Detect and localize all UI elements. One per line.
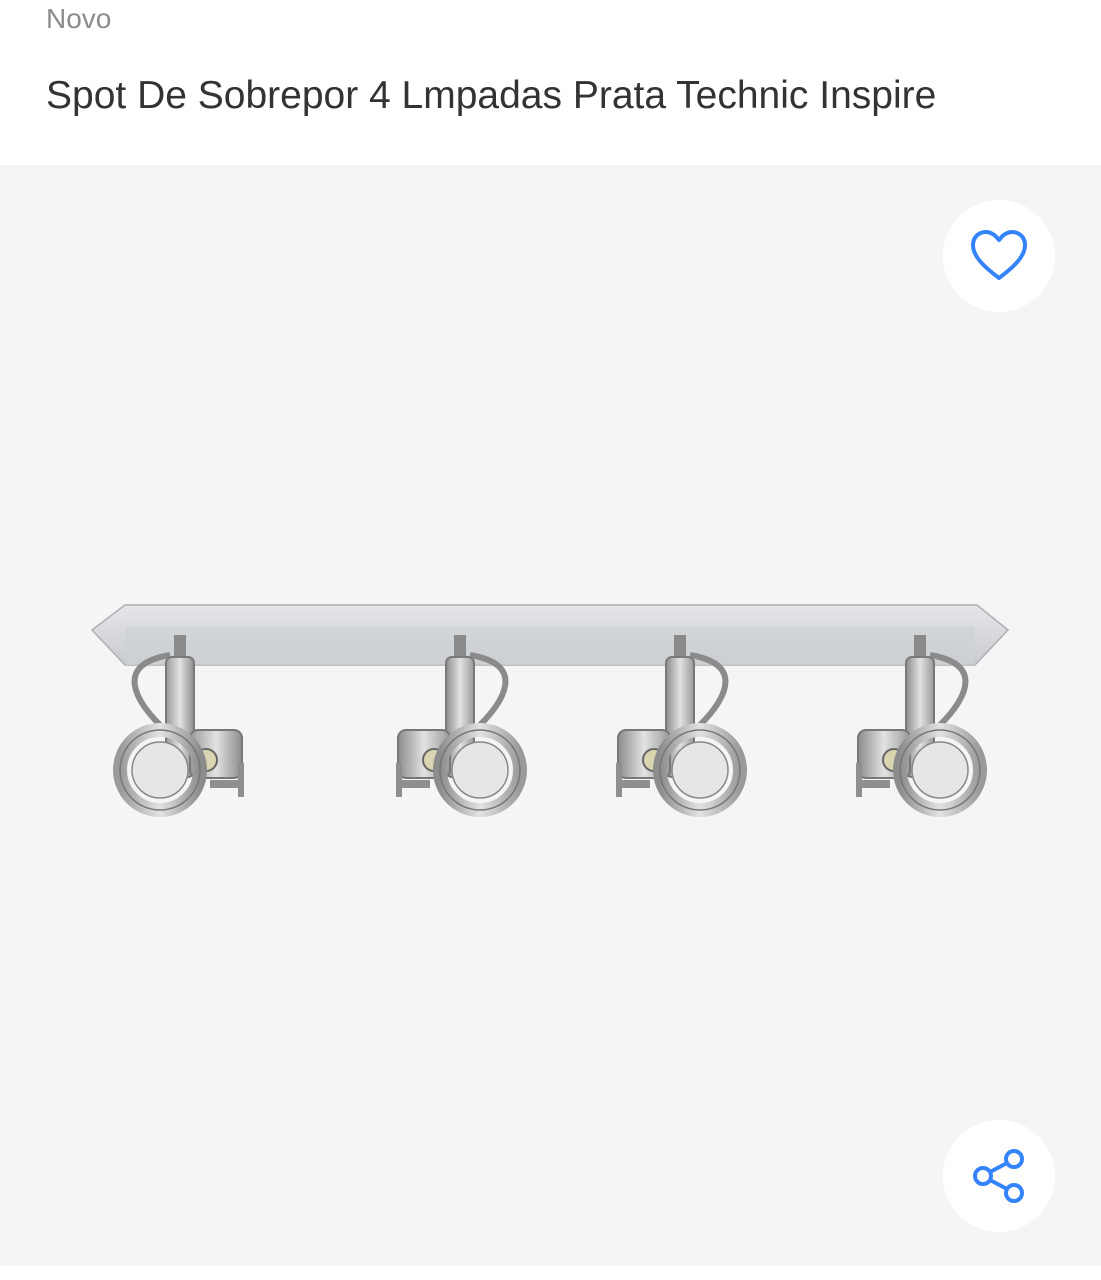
product-title: Spot De Sobrepor 4 Lmpadas Prata Technic… xyxy=(46,74,937,117)
product-header: Novo Spot De Sobrepor 4 Lmpadas Prata Te… xyxy=(0,0,1101,165)
gallery-bottom-spacer xyxy=(0,1266,1101,1280)
share-button[interactable] xyxy=(943,1120,1055,1232)
share-icon xyxy=(973,1149,1024,1203)
favorite-button[interactable] xyxy=(943,200,1055,312)
product-gallery[interactable] xyxy=(0,165,1101,1266)
product-image[interactable] xyxy=(0,165,1101,1266)
heart-outline-icon xyxy=(971,230,1027,280)
condition-label: Novo xyxy=(46,3,112,34)
